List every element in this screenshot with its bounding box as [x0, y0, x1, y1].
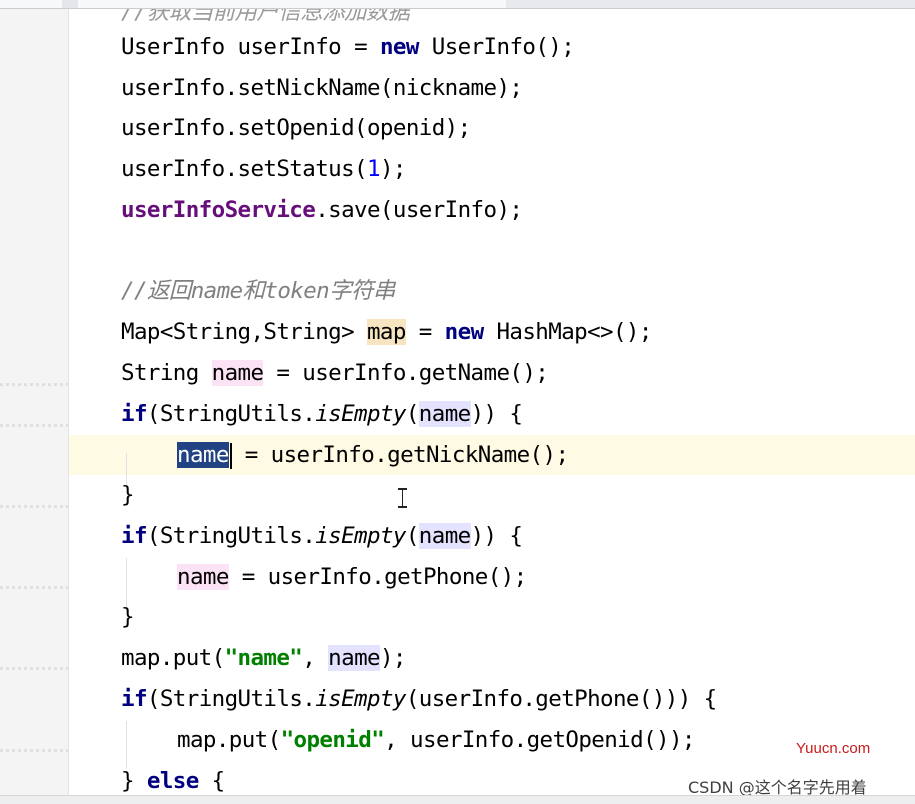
code-line-16: if(StringUtils.isEmpty(userInfo.getPhone… — [121, 679, 717, 719]
watermark-site: Yuucn.com — [796, 740, 871, 757]
variable-highlight: name — [211, 360, 264, 386]
code-line-9: if(StringUtils.isEmpty(name)) { — [121, 394, 523, 434]
variable-highlight: name — [418, 523, 471, 549]
static-method: isEmpty — [315, 401, 406, 427]
code-text: userInfo.setOpenid(openid); — [121, 115, 471, 141]
selected-text[interactable]: name — [177, 442, 229, 468]
code-text: userInfo.setNickName(nickname); — [121, 75, 523, 101]
code-text: (StringUtils. — [146, 523, 316, 549]
variable-highlight: map — [366, 319, 406, 345]
editor-tab[interactable] — [0, 0, 63, 8]
number-literal: 1 — [366, 156, 381, 182]
code-text: .save(userInfo); — [315, 197, 523, 223]
code-line-3: userInfo.setOpenid(openid); — [121, 108, 471, 148]
code-text: map.put( — [177, 727, 281, 753]
punctuation: , — [302, 645, 329, 671]
punctuation: (); — [535, 34, 575, 60]
type-name: UserInfo — [121, 34, 225, 60]
line-gutter[interactable] — [0, 9, 69, 795]
code-text: )) { — [470, 523, 523, 549]
code-line-12: if(StringUtils.isEmpty(name)) { — [121, 516, 523, 556]
code-line-17: map.put("openid", userInfo.getOpenid()); — [177, 720, 695, 760]
code-line-10: name = userInfo.getNickName(); — [177, 435, 569, 475]
code-line-5: userInfoService.save(userInfo); — [121, 190, 523, 230]
code-text: = — [405, 319, 445, 345]
code-editor[interactable]: //获取当前用户信息添加数据 UserInfo userInfo = new U… — [69, 9, 915, 795]
keyword: new — [444, 319, 484, 345]
code-text: (StringUtils. — [146, 401, 316, 427]
keyword: if — [121, 523, 148, 549]
editor-tab[interactable] — [62, 0, 79, 8]
comment: //获取当前用户信息添加数据 — [121, 9, 410, 25]
gutter-wave — [0, 424, 68, 427]
code-line-14: } — [121, 597, 135, 637]
code-text: = userInfo.getNickName(); — [231, 442, 569, 468]
punctuation: ( — [405, 523, 420, 549]
closing-brace: } — [121, 482, 135, 508]
code-line-4: userInfo.setStatus(1); — [121, 149, 406, 189]
code-text: = userInfo.getName(); — [263, 360, 549, 386]
static-method: isEmpty — [315, 523, 406, 549]
keyword: if — [121, 686, 148, 712]
code-text: HashMap<>(); — [483, 319, 652, 345]
type-name: String — [121, 360, 212, 386]
variable: userInfo — [237, 34, 342, 60]
code-line-15: map.put("name", name); — [121, 638, 406, 678]
code-text: (StringUtils. — [146, 686, 316, 712]
field-reference: userInfoService — [121, 197, 316, 223]
gutter-wave — [0, 383, 68, 386]
keyword: else — [146, 768, 199, 794]
gutter-wave — [0, 667, 68, 670]
keyword: new — [379, 34, 419, 60]
operator: = — [354, 34, 368, 60]
variable-highlight: name — [328, 645, 381, 671]
editor-tab-active[interactable] — [78, 0, 507, 8]
type-name: UserInfo — [431, 34, 536, 60]
closing-brace: } — [121, 768, 147, 794]
gutter-wave — [0, 586, 68, 589]
variable-highlight: name — [177, 564, 229, 590]
code-text: (userInfo.getPhone())) { — [405, 686, 717, 712]
code-line-7: Map<String,String> map = new HashMap<>()… — [121, 312, 652, 352]
code-line-11: } — [121, 475, 135, 515]
code-line-2: userInfo.setNickName(nickname); — [121, 68, 523, 108]
code-line-comment: //返回name和token字符串 — [121, 271, 395, 311]
code-line-13: name = userInfo.getPhone(); — [177, 557, 527, 597]
string-literal: "name" — [224, 645, 303, 671]
code-line-1: UserInfo userInfo = new UserInfo(); — [121, 27, 575, 67]
punctuation: { — [198, 768, 226, 794]
gutter-wave — [0, 749, 68, 752]
keyword: if — [121, 401, 148, 427]
text-cursor-icon — [398, 488, 407, 508]
code-text: = userInfo.getPhone(); — [228, 564, 527, 590]
code-line-8: String name = userInfo.getName(); — [121, 353, 549, 393]
code-text: map.put( — [121, 645, 225, 671]
gutter-wave — [0, 505, 68, 508]
editor-tab-bar — [0, 0, 915, 9]
string-literal: "openid" — [280, 727, 385, 753]
variable-highlight: name — [418, 401, 471, 427]
closing-brace: } — [121, 604, 135, 630]
comment: //返回name和token字符串 — [121, 278, 395, 304]
code-text: , userInfo.getOpenid()); — [384, 727, 695, 753]
code-text: userInfo.setStatus( — [121, 156, 368, 182]
code-text: ); — [379, 156, 407, 182]
code-text: ); — [379, 645, 407, 671]
static-method: isEmpty — [315, 686, 406, 712]
code-line-cut: //获取当前用户信息添加数据 — [121, 9, 410, 25]
punctuation: ( — [405, 401, 420, 427]
editor-tab[interactable] — [506, 0, 915, 8]
code-text: Map<String,String> — [121, 319, 367, 345]
code-text: )) { — [470, 401, 523, 427]
